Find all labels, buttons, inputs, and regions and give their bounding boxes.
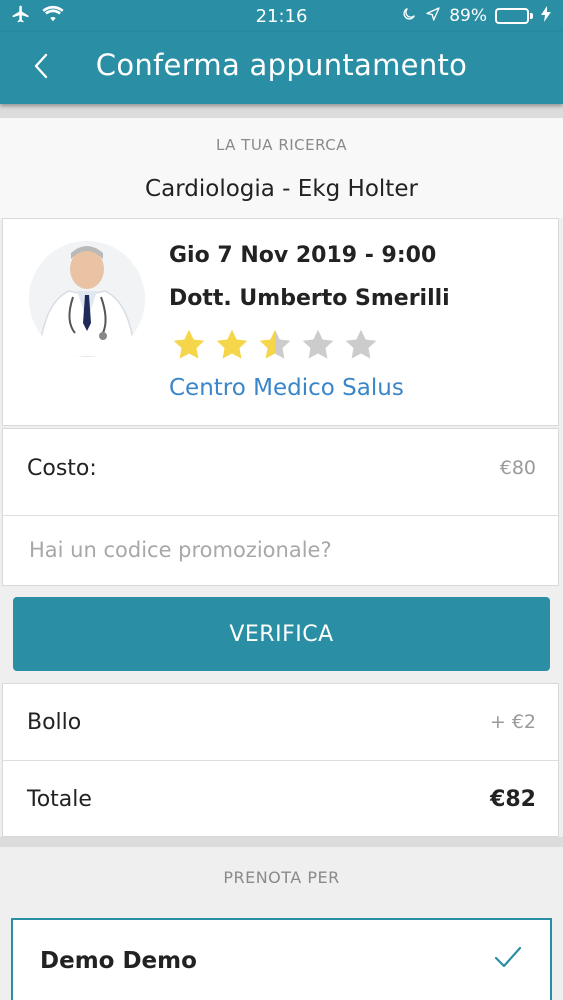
doctor-avatar: [29, 241, 145, 357]
search-summary: LA TUA RICERCA Cardiologia - Ekg Holter: [0, 118, 563, 218]
page-title: Conferma appuntamento: [95, 48, 468, 82]
search-value: Cardiologia - Ekg Holter: [145, 176, 418, 202]
checkmark-icon: [494, 946, 522, 972]
total-label: Totale: [27, 786, 92, 812]
status-bar: 21:16 89%: [0, 0, 563, 32]
cost-card: Costo: €80: [2, 428, 559, 586]
promo-code-input[interactable]: [27, 537, 536, 563]
total-row: Totale €82: [3, 761, 558, 837]
stamp-label: Bollo: [27, 709, 82, 735]
rating-stars: [171, 327, 379, 363]
star-icon: [257, 327, 293, 363]
divider-strip: [0, 104, 563, 118]
promo-row: [3, 514, 558, 586]
stamp-value: + €2: [489, 711, 536, 733]
appointment-date: Gio 7 Nov 2019 - 9:00: [169, 243, 437, 268]
totals-card: Bollo + €2 Totale €82: [2, 683, 559, 837]
nav-bar: Conferma appuntamento: [0, 32, 563, 104]
book-for-label: PRENOTA PER: [223, 868, 340, 887]
star-icon: [214, 327, 250, 363]
verify-button[interactable]: VERIFICA: [13, 597, 550, 671]
appointment-card: Gio 7 Nov 2019 - 9:00 Dott. Umberto Smer…: [2, 218, 559, 426]
patient-option[interactable]: Demo Demo: [11, 918, 552, 1000]
star-icon: [343, 327, 379, 363]
cost-row: Costo: €80: [3, 429, 558, 507]
cost-label: Costo:: [27, 455, 97, 481]
star-icon: [171, 327, 207, 363]
screen: 21:16 89% Conferma appuntamento LA TUA R…: [0, 0, 563, 1000]
clinic-link[interactable]: Centro Medico Salus: [169, 375, 404, 401]
patient-name: Demo Demo: [40, 948, 197, 974]
divider-strip: [0, 837, 563, 847]
stamp-row: Bollo + €2: [3, 684, 558, 760]
status-time: 21:16: [255, 5, 308, 27]
search-label: LA TUA RICERCA: [215, 136, 348, 154]
star-icon: [300, 327, 336, 363]
doctor-name: Dott. Umberto Smerilli: [169, 286, 450, 311]
cost-value: €80: [499, 457, 536, 479]
total-value: €82: [490, 786, 536, 812]
